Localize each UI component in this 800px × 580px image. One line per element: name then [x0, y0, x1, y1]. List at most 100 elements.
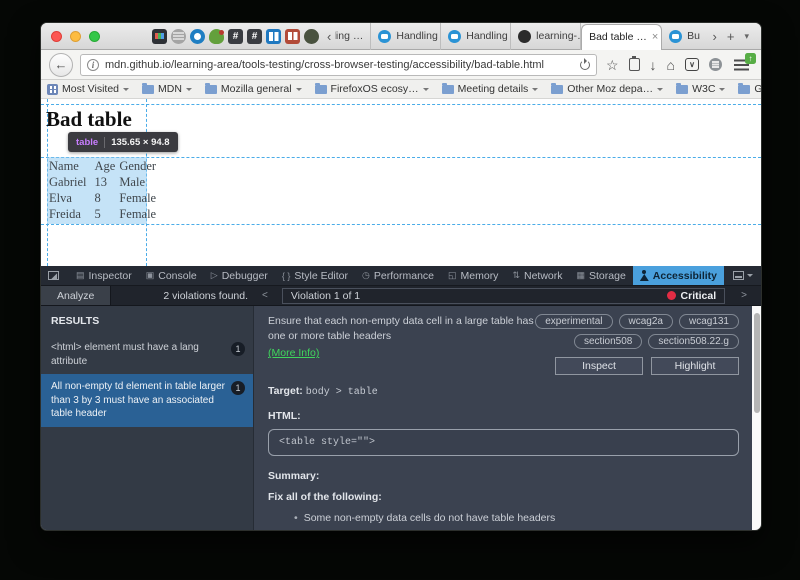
tab-label: Performance — [374, 270, 434, 282]
more-info-link[interactable]: (More Info) — [268, 346, 319, 361]
scrollbar[interactable] — [752, 306, 761, 530]
result-text: All non-empty td element in table larger… — [51, 380, 225, 421]
highlighted-table-region[interactable]: Name Age Gender Gabriel 13 Male Elva 8 F… — [47, 157, 147, 224]
tab[interactable]: Bu — [662, 23, 700, 50]
result-text: <html> element must have a lang attribut… — [51, 341, 225, 368]
tooltip-tag-name: table — [76, 137, 98, 148]
bookmark-folder[interactable]: Games — [738, 83, 762, 95]
violation-detail-pane: Ensure that each non-empty data cell in … — [254, 306, 761, 530]
pocket-icon[interactable]: ∨ — [685, 58, 699, 71]
bookmark-folder[interactable]: W3C — [676, 83, 725, 95]
accessibility-person-icon — [640, 270, 649, 281]
accessibility-subtoolbar: Analyze 2 violations found. < Violation … — [41, 286, 761, 306]
site-info-icon[interactable]: i — [87, 59, 99, 71]
chevron-down-icon — [747, 274, 753, 277]
accessibility-panel: RESULTS <html> element must have a lang … — [41, 306, 761, 530]
table-cell: 13 — [88, 174, 117, 190]
chat-icon — [378, 30, 391, 43]
results-header: RESULTS — [41, 311, 253, 335]
tab-inspector[interactable]: ▤ Inspector — [69, 266, 139, 285]
downloads-icon[interactable]: ↓ — [650, 58, 657, 72]
tab-network[interactable]: ⇅ Network — [505, 266, 569, 285]
result-item[interactable]: <html> element must have a lang attribut… — [41, 335, 253, 374]
desktop-background: # # ‹ dling … Handling … Handling … — [0, 0, 800, 580]
bookmark-most-visited[interactable]: Most Visited — [47, 83, 129, 95]
tab-scroll-left-button[interactable]: ‹ — [323, 23, 335, 50]
tab-accessibility[interactable]: Accessibility — [633, 266, 724, 285]
bookmark-label: MDN — [158, 83, 182, 95]
analyze-button[interactable]: Analyze — [41, 286, 111, 305]
chat-icon — [448, 30, 461, 43]
tab-active-bad-table[interactable]: Bad table … × — [581, 24, 662, 50]
menu-hamburger-icon[interactable]: ↑ — [734, 64, 749, 66]
pick-element-icon[interactable] — [48, 271, 59, 280]
bookmark-label: Most Visited — [62, 83, 119, 95]
tab-scroll-right-button[interactable]: › — [709, 23, 721, 50]
pinned-tab-hash-icon[interactable]: # — [247, 29, 262, 44]
devtools-toolbar: ▤ Inspector ▣ Console ▷ Debugger { } Sty… — [41, 266, 761, 286]
next-violation-button[interactable]: > — [727, 290, 761, 301]
pinned-tab-ring-icon[interactable] — [190, 29, 205, 44]
tab-storage[interactable]: ▦ Storage — [570, 266, 633, 285]
close-tab-icon[interactable]: × — [652, 31, 658, 43]
pinned-tab-hash-icon[interactable]: # — [228, 29, 243, 44]
tab-label: Handling … — [466, 30, 511, 42]
url-text[interactable]: mdn.github.io/learning-area/tools-testin… — [105, 59, 574, 71]
navigation-bar: ← i mdn.github.io/learning-area/tools-te… — [41, 50, 761, 80]
tab[interactable]: learning-… — [511, 23, 581, 50]
tab-list-button[interactable]: ▾ — [740, 23, 753, 50]
pinned-tab-analytics-icon[interactable] — [152, 29, 167, 44]
html-code-box: <table style=""> — [268, 429, 739, 456]
extension-icon[interactable] — [709, 58, 722, 71]
bookmark-folder[interactable]: Other Moz depa… — [551, 83, 663, 95]
new-tab-button[interactable]: + — [723, 23, 739, 50]
home-icon[interactable]: ⌂ — [667, 58, 675, 72]
url-bar[interactable]: i mdn.github.io/learning-area/tools-test… — [80, 54, 597, 76]
folder-icon — [142, 85, 154, 94]
results-sidebar: RESULTS <html> element must have a lang … — [41, 306, 254, 530]
tab-debugger[interactable]: ▷ Debugger — [204, 266, 275, 285]
back-button[interactable]: ← — [49, 53, 73, 77]
style-editor-icon: { } — [282, 271, 291, 281]
bookmarks-menu-icon[interactable] — [629, 58, 640, 71]
pinned-tab-globe-icon[interactable] — [171, 29, 186, 44]
zoom-window-button[interactable] — [89, 31, 100, 42]
pinned-tab-trello-blue-icon[interactable] — [266, 29, 281, 44]
bookmark-star-icon[interactable]: ☆ — [606, 58, 619, 72]
bookmark-folder[interactable]: FirefoxOS ecosy… — [315, 83, 429, 95]
tab-console[interactable]: ▣ Console — [139, 266, 204, 285]
folder-icon — [551, 85, 563, 94]
dock-side-icon[interactable] — [733, 271, 744, 280]
tooltip-dimensions: 135.65 × 94.8 — [111, 137, 169, 148]
previous-violation-button[interactable]: < — [248, 290, 282, 301]
fix-text: Some non-empty data cells do not have ta… — [304, 512, 556, 524]
bookmark-folder[interactable]: Mozilla general — [205, 83, 302, 95]
tab[interactable]: Handling … — [441, 23, 511, 50]
pinned-tab-berry-icon[interactable] — [209, 29, 224, 44]
inspect-button[interactable]: Inspect — [555, 357, 643, 375]
close-window-button[interactable] — [51, 31, 62, 42]
table-cell: Gabriel — [47, 174, 88, 190]
pinned-tab-bug-icon[interactable] — [304, 29, 319, 44]
chat-icon — [669, 30, 682, 43]
tab-performance[interactable]: ◷ Performance — [355, 266, 441, 285]
highlight-button[interactable]: Highlight — [651, 357, 739, 375]
tab[interactable]: dling … — [335, 23, 371, 50]
tab-memory[interactable]: ◱ Memory — [441, 266, 505, 285]
most-visited-icon — [47, 84, 58, 95]
bullet-icon: • — [294, 512, 298, 524]
result-item-selected[interactable]: All non-empty td element in table larger… — [41, 374, 253, 427]
scrollbar-thumb[interactable] — [754, 313, 760, 413]
performance-icon: ◷ — [362, 270, 370, 281]
reload-icon[interactable] — [580, 60, 590, 70]
tag-pill: wcag2a — [619, 314, 673, 329]
bookmark-folder[interactable]: MDN — [142, 83, 192, 95]
pinned-tab-trello-red-icon[interactable] — [285, 29, 300, 44]
bookmark-folder[interactable]: Meeting details — [442, 83, 539, 95]
tab-label: Console — [158, 270, 197, 282]
tab-style-editor[interactable]: { } Style Editor — [275, 266, 355, 285]
network-icon: ⇅ — [512, 270, 520, 281]
minimize-window-button[interactable] — [70, 31, 81, 42]
tab[interactable]: Handling … — [371, 23, 441, 50]
folder-icon — [676, 85, 688, 94]
